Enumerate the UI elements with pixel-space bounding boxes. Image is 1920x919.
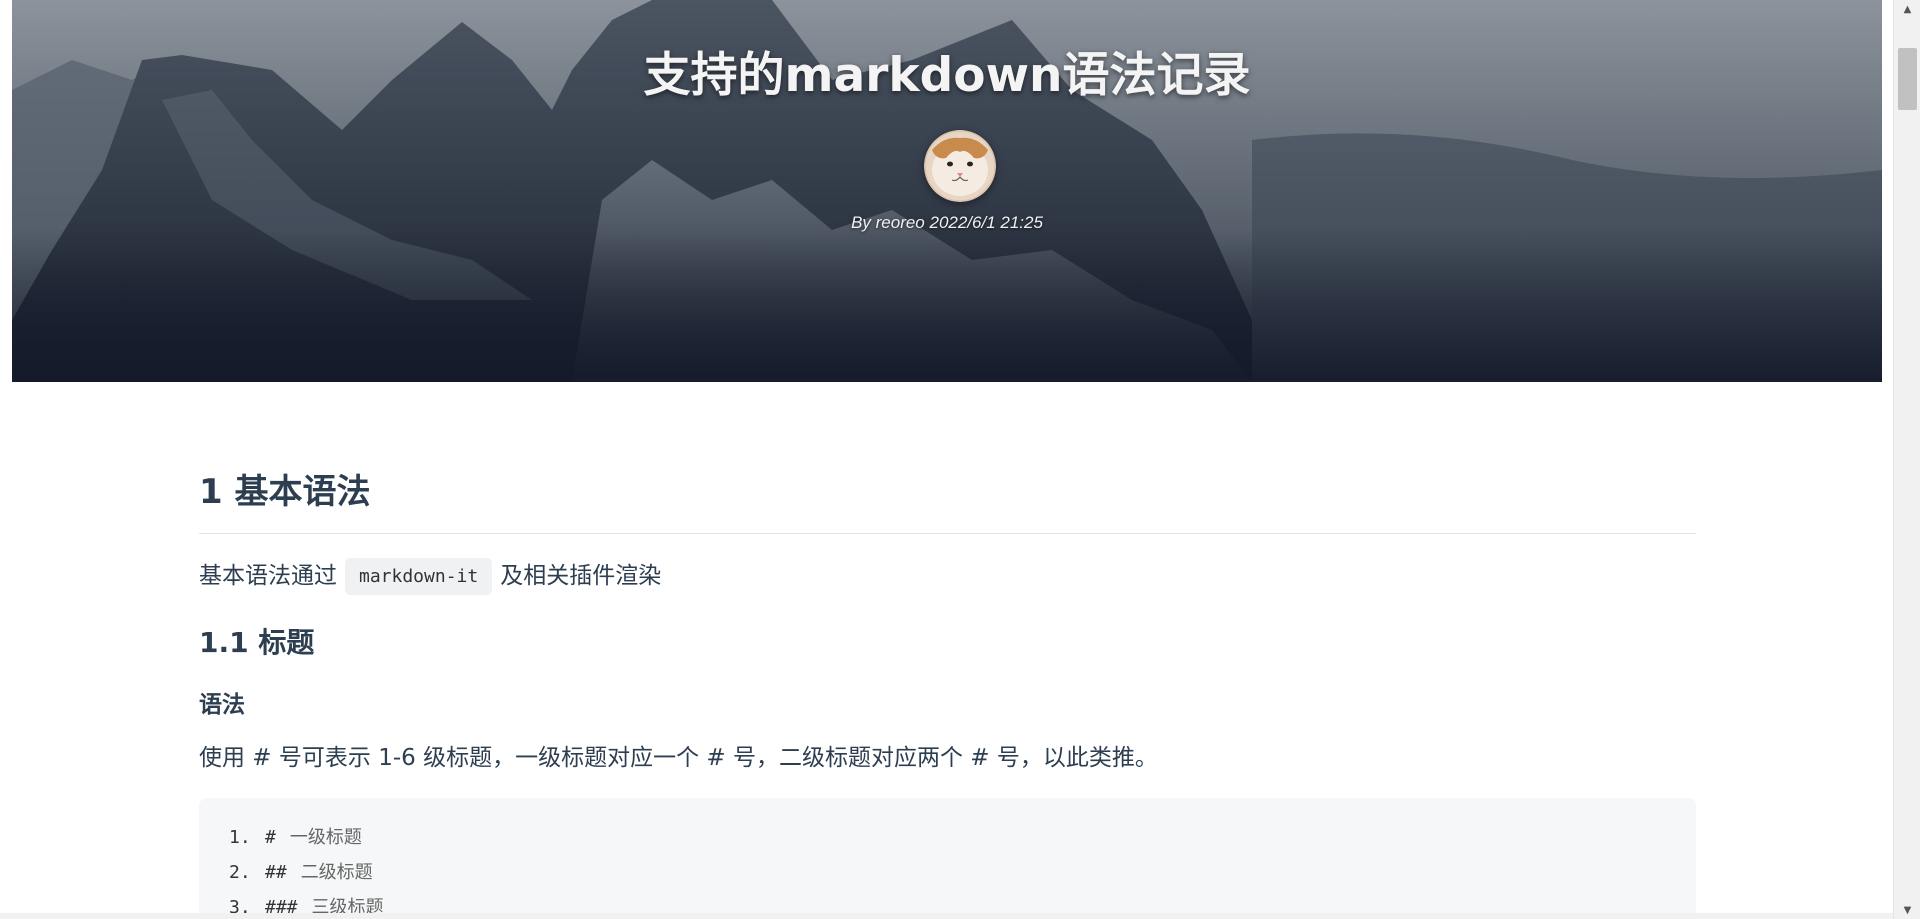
vertical-scrollbar[interactable]: ▲ ▼ [1893,0,1920,919]
arrow-up-icon[interactable]: ▲ [1894,0,1920,18]
author-byline: By reoreo 2022/6/1 21:25 [851,213,1043,232]
inline-code-markdown-it: markdown-it [345,558,493,595]
line-number: 2. [229,861,251,883]
line-number: 1. [229,826,251,848]
code-text: 二级标题 [300,861,373,883]
hero-banner: 支持的markdown语法记录 By reoreo 2022/6/1 21:25 [12,0,1882,382]
code-block: 1. # 一级标题 2. ## 二级标题 3. ### 三级标题 [199,797,1696,919]
scrollbar-thumb[interactable] [1898,48,1917,110]
article-title: 支持的markdown语法记录 [643,48,1251,103]
intro-paragraph: 基本语法通过 markdown-it 及相关插件渲染 [199,558,1696,595]
intro-text-before: 基本语法通过 [199,563,337,590]
intro-text-after: 及相关插件渲染 [500,563,662,590]
heading-basic-syntax: 1 基本语法 [199,470,1696,534]
code-text: 一级标题 [289,826,362,848]
page-viewport: 支持的markdown语法记录 By reoreo 2022/6/1 21:25… [0,0,1893,919]
code-line: 1. # 一级标题 [229,820,1666,855]
code-hash: ## [265,861,287,883]
heading-syntax: 语法 [199,692,245,718]
horizontal-scrollbar[interactable] [0,913,1893,919]
code-hash: # [265,826,276,848]
syntax-description: 使用 # 号可表示 1-6 级标题，一级标题对应一个 # 号，二级标题对应两个 … [199,745,1158,771]
arrow-down-icon[interactable]: ▼ [1894,901,1920,919]
cat-avatar-icon [924,130,996,202]
code-line: 2. ## 二级标题 [229,855,1666,890]
author-avatar[interactable] [924,130,996,202]
article-content: 1 基本语法 基本语法通过 markdown-it 及相关插件渲染 1.1 标题… [199,470,1696,919]
heading-titles: 1.1 标题 [199,626,315,659]
